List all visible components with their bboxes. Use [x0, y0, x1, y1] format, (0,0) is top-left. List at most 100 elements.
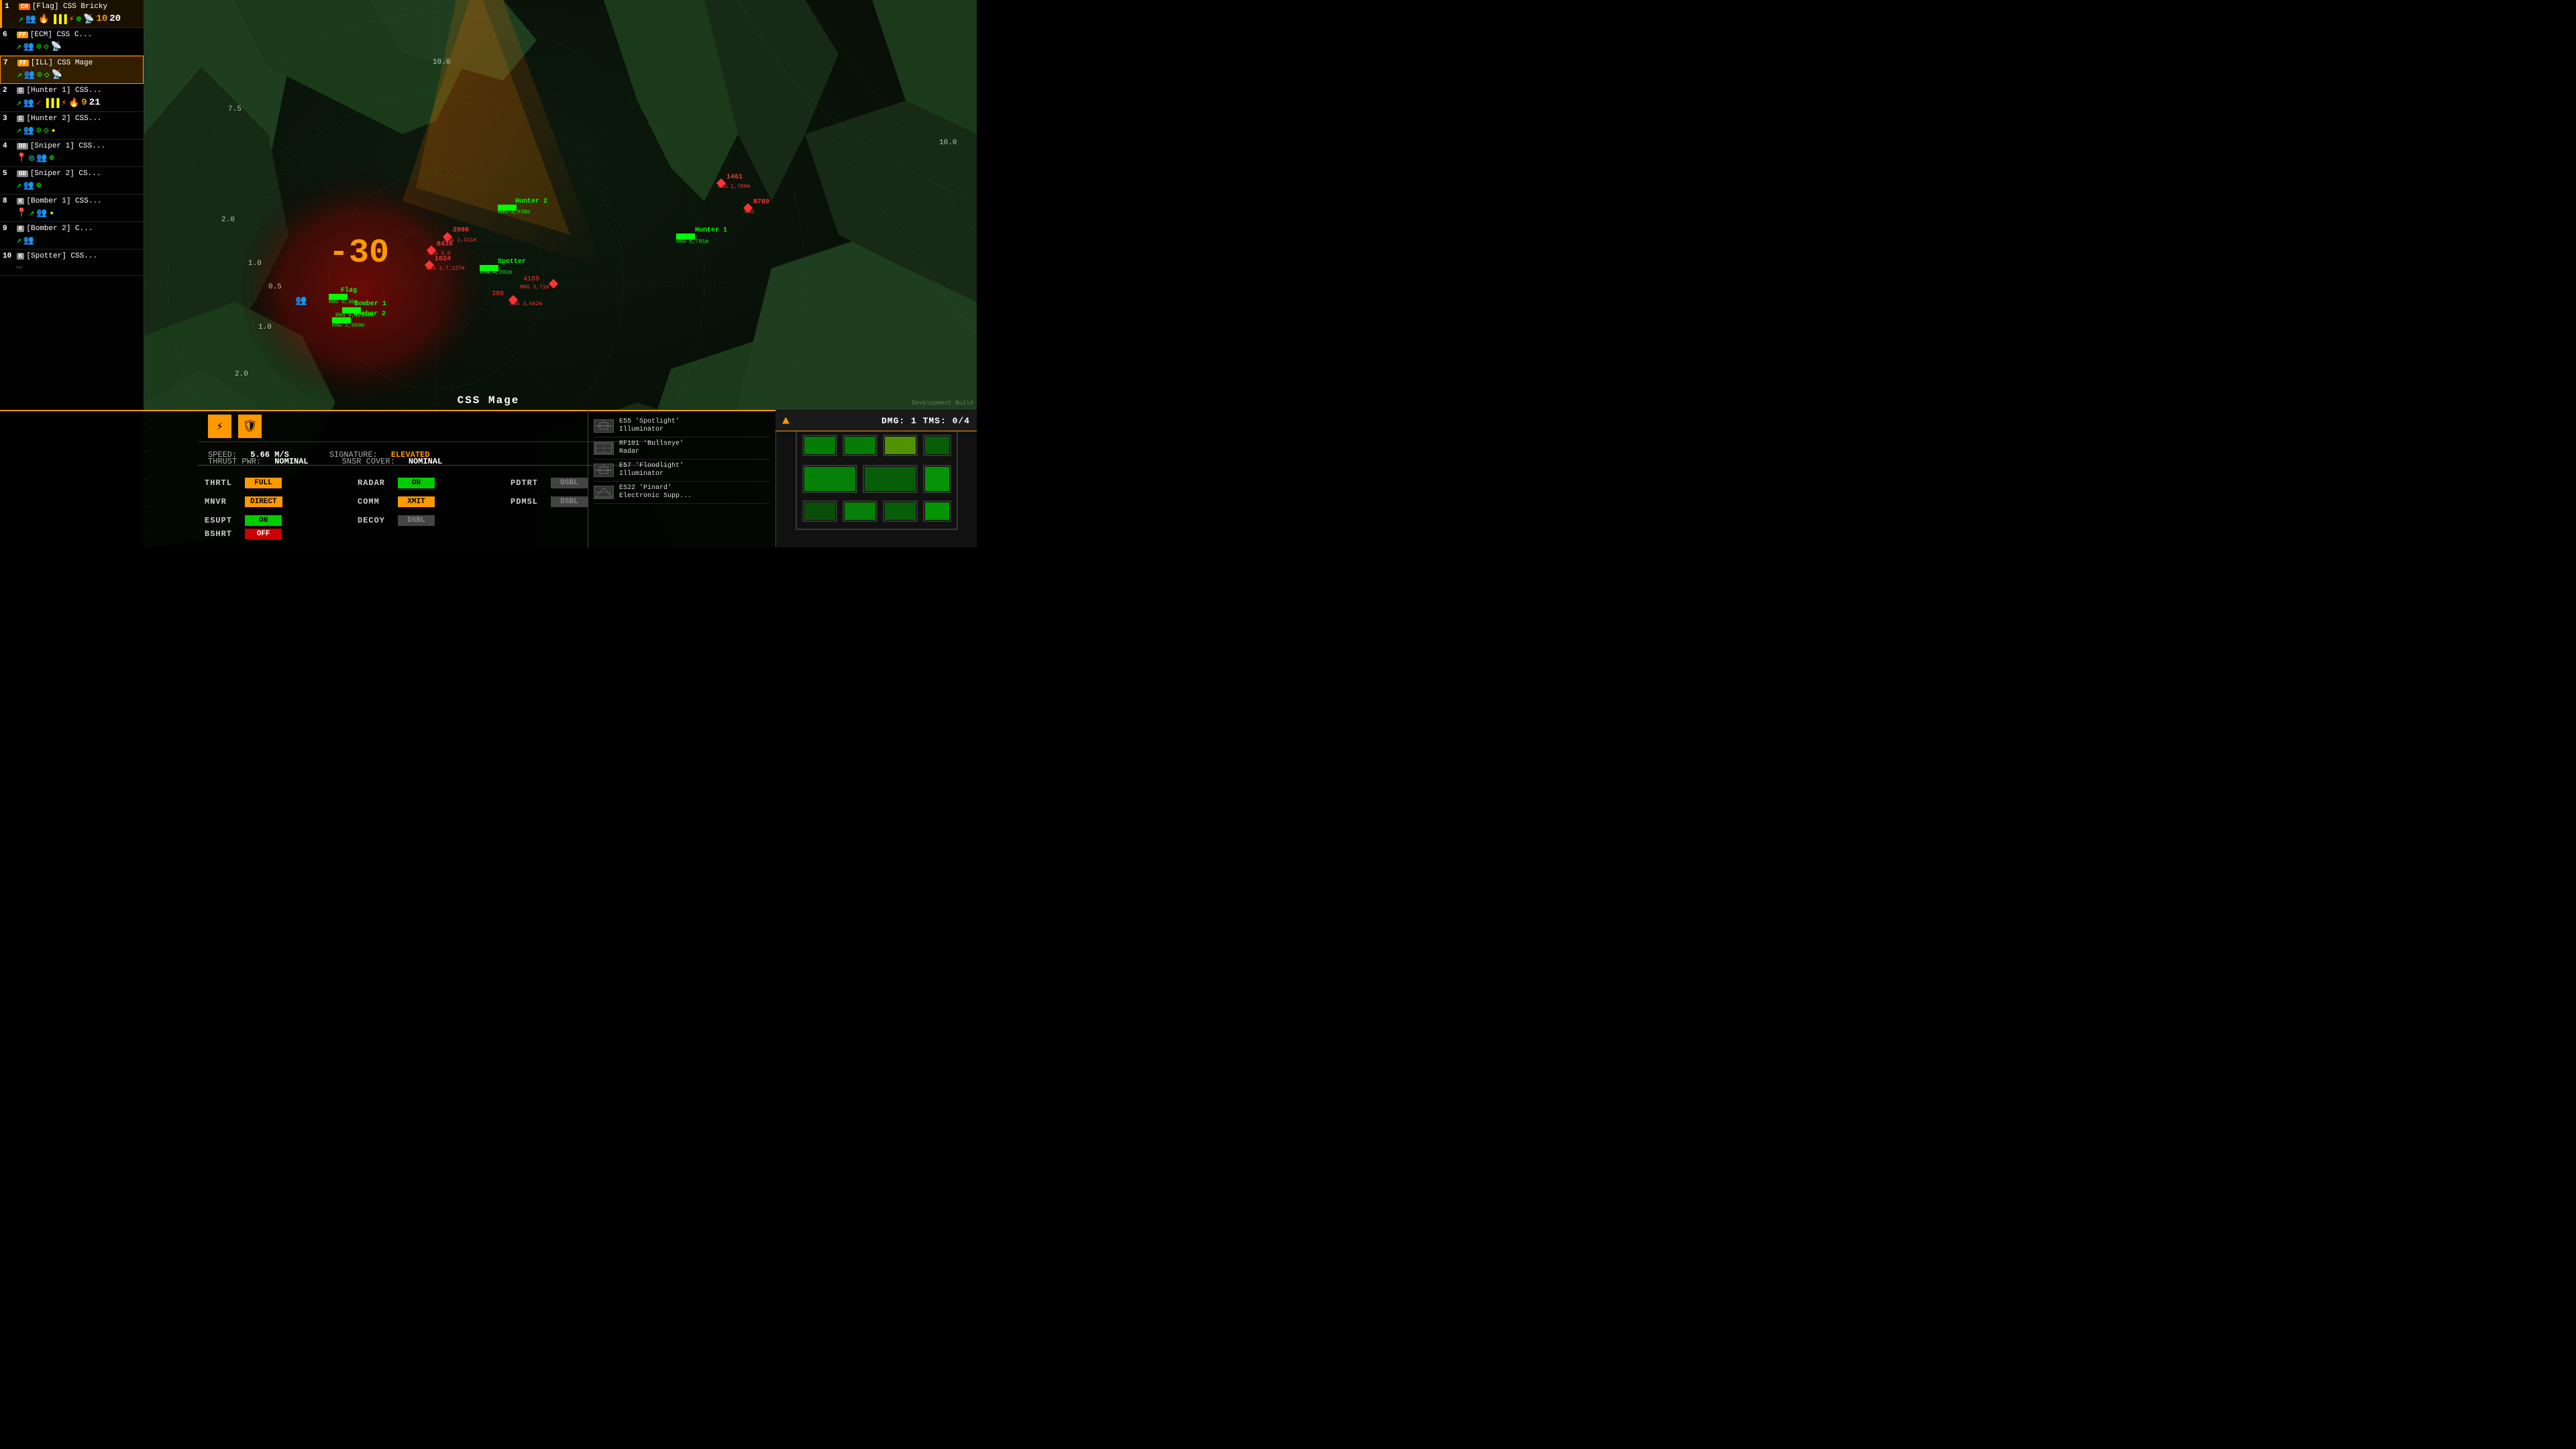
unit-row-spotter[interactable]: 10 K [Spotter] CSS... 〰 — [0, 250, 144, 276]
equipment-list: E55 'Spotlight'Illuminator RF101 'Bullse… — [588, 410, 775, 547]
thrtl-control[interactable]: THRTL FULL — [205, 475, 355, 491]
dmg-bar: ▲ DMG: 1 TMS: 0/4 — [775, 411, 977, 431]
unit-icon-people: 👥 — [23, 42, 34, 52]
unit-row-flag[interactable]: 1 CH [Flag] CSS Bricky ↗ 👥 🔥 ▐▐▐ ⚡ ⊕ 📡 1… — [0, 0, 144, 28]
dmg-text: DMG: 1 TMS: 0/4 — [881, 416, 970, 426]
unit-icon-people: 👥 — [36, 208, 47, 218]
svg-text:0.5: 0.5 — [268, 283, 282, 291]
shield-hud-icon[interactable]: 🛡 — [238, 415, 262, 438]
unit-type-badge: C — [17, 115, 24, 122]
thrust-value: NOMINAL — [274, 457, 308, 466]
unit-number: 1 — [5, 3, 17, 11]
unit-icon-arrow: ↗ — [16, 125, 21, 136]
unit-icon-star: ✦ — [51, 125, 56, 136]
unit-row-sniper2[interactable]: 5 DD [Sniper 2] CS... ↗ 👥 ⊕ — [0, 167, 144, 195]
unit-icon-wave: 〰 — [16, 263, 22, 272]
unit-icon-star: ✦ — [49, 208, 54, 218]
unit-row-ecm[interactable]: 6 FF [ECM] CSS C... ↗ 👥 ⊙ ◇ 📡 — [0, 28, 144, 56]
unit-name: [Bomber 2] C... — [26, 225, 93, 233]
unit-ammo: 10 — [96, 13, 107, 24]
unit-icon-people: 👥 — [24, 70, 35, 80]
comm-control[interactable]: COMM XMIT — [358, 494, 508, 510]
unit-name: [Sniper 1] CSS... — [30, 142, 105, 150]
unit-icon-bolt: ⚡ — [69, 14, 74, 24]
equip-icon-e57 — [594, 464, 614, 477]
unit-row-hunter2[interactable]: 3 C [Hunter 2] CSS... ↗ 👥 ⊙ ◇ ✦ — [0, 112, 144, 140]
lightning-hud-icon[interactable]: ⚡ — [208, 415, 231, 438]
decoy-control[interactable]: DECOY DSBL — [358, 513, 508, 529]
pdmsl-value: DSBL — [551, 496, 588, 507]
unit-row-sniper1[interactable]: 4 DD [Sniper 1] CSS... 📍 ◎ 👥 ⊕ — [0, 140, 144, 167]
unit-type-badge: FF — [17, 60, 29, 66]
unit-icon-people: 👥 — [23, 180, 34, 191]
svg-text:2.0: 2.0 — [221, 216, 235, 224]
unit-icon-target: ⊙ — [37, 70, 42, 80]
radar-label: RADAR — [358, 478, 394, 488]
unit-ammo: 9 — [81, 97, 87, 108]
svg-text:Hunter 1: Hunter 1 — [695, 227, 727, 234]
unit-name: [Flag] CSS Bricky — [32, 3, 107, 11]
unit-row-bomber1[interactable]: 8 K [Bomber 1] CSS... 📍 ↗ 👥 ✦ — [0, 195, 144, 222]
unit-number: 6 — [3, 31, 15, 39]
unit-icon-diamond: ◇ — [44, 125, 49, 136]
svg-text:Hunter 2: Hunter 2 — [515, 198, 547, 205]
svg-text:1024: 1024 — [435, 256, 451, 263]
ship-name-text: CSS Mage — [458, 394, 520, 407]
ship-name-display: CSS Mage — [458, 394, 520, 407]
esupt-value: ON — [245, 515, 282, 526]
unit-icon-people: 👥 — [23, 98, 34, 108]
unit-icon-people: 👥 — [36, 153, 47, 163]
esupt-label: ESUPT — [205, 516, 241, 525]
unit-row-mage[interactable]: 7 FF [ILL] CSS Mage ↗ 👥 ⊙ ◇ 📡 — [0, 56, 144, 84]
svg-text:Flag: Flag — [341, 286, 357, 294]
unit-icon-crosshair: ⊕ — [49, 153, 54, 163]
svg-text:388: 388 — [492, 290, 504, 298]
unit-icon-arrow: ↗ — [29, 208, 34, 218]
svg-text:RNG 1.7,127m: RNG 1.7,127m — [426, 266, 465, 272]
unit-icon-check: ✓ — [36, 98, 42, 108]
equip-name-es22: ES22 'Pinard'Electronic Supp... — [619, 484, 692, 500]
unit-icon-people: 👥 — [23, 235, 34, 246]
mnvr-control[interactable]: MNVR DIRECT — [205, 494, 355, 510]
unit-icon-target: ⊕ — [76, 14, 81, 24]
svg-text:RNG 2,989m: RNG 2,989m — [332, 323, 364, 329]
unit-name: [Bomber 1] CSS... — [26, 197, 101, 205]
unit-icon-circle: ◎ — [29, 153, 34, 163]
snsr-value: NOMINAL — [409, 457, 442, 466]
radar-control[interactable]: RADAR ON — [358, 475, 508, 491]
unit-number: 7 — [3, 59, 15, 67]
chevron-up-icon[interactable]: ▲ — [782, 415, 790, 428]
mnvr-value: DIRECT — [245, 496, 282, 507]
equip-icon-rf101 — [594, 441, 614, 455]
unit-icon-arrow: ↗ — [18, 14, 23, 24]
unit-icon-bolt: ⚡ — [61, 98, 66, 108]
bshrt-control[interactable]: BSHRT OFF — [198, 529, 288, 539]
esupt-control[interactable]: ESUPT ON — [205, 513, 355, 529]
unit-ammo2: 20 — [109, 13, 121, 24]
unit-icon-crosshair: ⊕ — [36, 180, 42, 191]
comm-label: COMM — [358, 497, 394, 506]
svg-text:RNG 3,71m: RNG 3,71m — [520, 284, 549, 290]
thrtl-value: FULL — [245, 478, 282, 488]
svg-text:Bomber 1: Bomber 1 — [354, 300, 386, 308]
unit-type-badge: FF — [17, 32, 28, 38]
unit-type-badge: DD — [17, 143, 28, 150]
decoy-label: DECOY — [358, 516, 394, 525]
unit-number: 4 — [3, 142, 15, 150]
unit-row-hunter1[interactable]: 2 C [Hunter 1] CSS... ↗ 👥 ✓ ▐▐▐ ⚡ 🔥 9 21 — [0, 84, 144, 112]
unit-type-badge: K — [17, 253, 24, 260]
unit-row-bomber2[interactable]: 9 K [Bomber 2] C... ↗ 👥 — [0, 222, 144, 250]
unit-type-badge: K — [17, 198, 24, 205]
unit-icon-diamond: ◇ — [44, 42, 49, 52]
unit-icon-bars3: ▐▐▐ — [44, 98, 59, 108]
svg-text:RNG 8,791m: RNG 8,791m — [676, 239, 708, 245]
unit-type-badge: C — [17, 87, 24, 94]
svg-text:RNG 0,36m: RNG 0,36m — [329, 299, 358, 305]
unit-ammo2: 21 — [89, 97, 101, 108]
equip-name-rf101: RF101 'Bullseye'Radar — [619, 440, 684, 456]
pdtrt-label: PDTRT — [511, 478, 547, 488]
unit-icon-arrow: ↗ — [16, 98, 21, 108]
equip-item-e57: E57 'Floodlight'Illuminator — [594, 460, 770, 482]
pdmsl-label: PDMSL — [511, 497, 547, 506]
svg-text:Spotter: Spotter — [498, 258, 526, 266]
